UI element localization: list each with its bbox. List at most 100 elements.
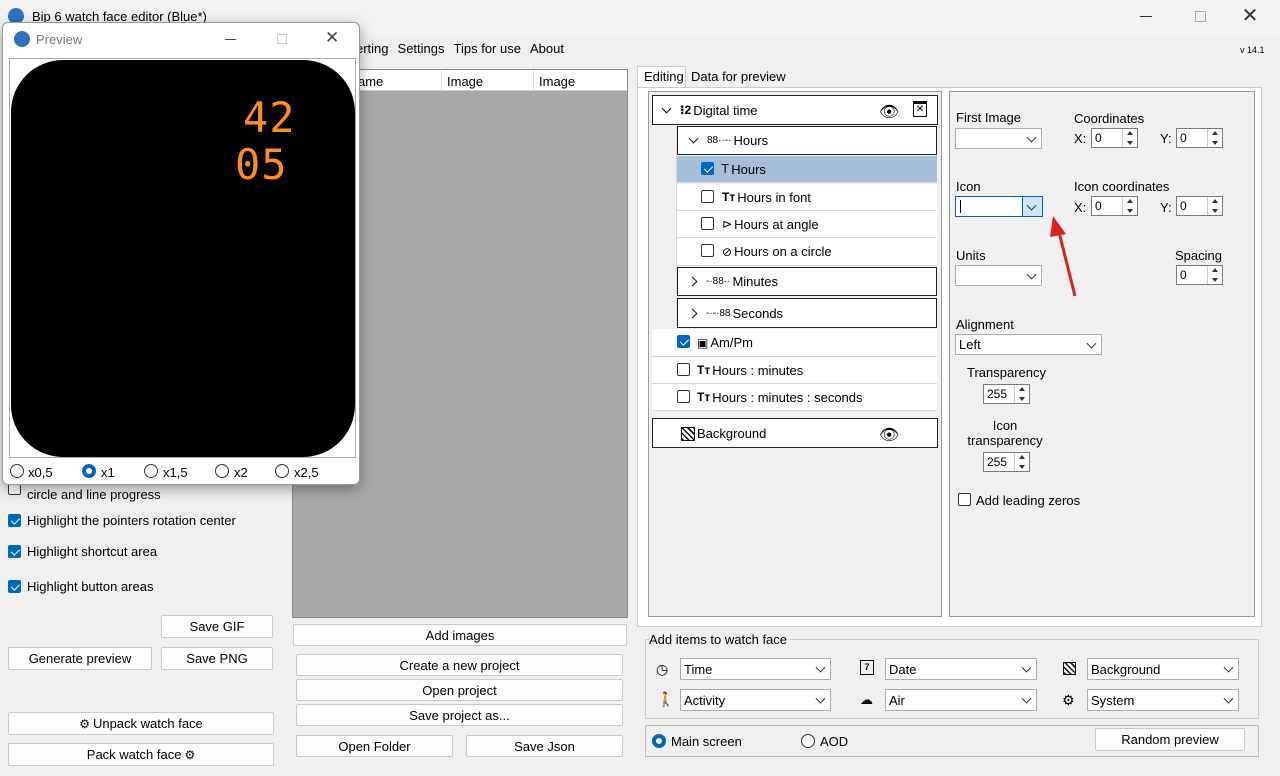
version-label: v 14.1: [1240, 45, 1265, 55]
tree-item-background[interactable]: Background 👁: [652, 418, 938, 448]
unpack-watch-face-button[interactable]: ⚙ Unpack watch face: [8, 712, 274, 735]
leading-zeros-checkbox[interactable]: [958, 493, 971, 506]
preview-maximize-button[interactable]: [277, 34, 287, 44]
tree-item-hours-at-angle[interactable]: ⊳ Hours at angle: [677, 211, 937, 238]
preview-close-button[interactable]: ✕: [325, 28, 339, 48]
tree-item-hours-minutes-seconds[interactable]: Tт Hours : minutes : seconds: [652, 384, 937, 411]
tree-item-hours-on-circle[interactable]: ⊘ Hours on a circle: [677, 238, 937, 266]
tree-item-minutes[interactable]: -·88·· Minutes: [677, 267, 937, 296]
column-header-name[interactable]: ame: [358, 74, 383, 89]
air-select[interactable]: Air: [885, 689, 1037, 711]
tree-item-seconds[interactable]: -·-·88 Seconds: [677, 298, 937, 328]
date-select[interactable]: Date: [885, 658, 1037, 680]
pack-watch-face-button[interactable]: Pack watch face ⚙: [8, 743, 274, 766]
hours-in-font-checkbox[interactable]: [701, 190, 714, 203]
scale-radio-x1-5[interactable]: [144, 464, 158, 478]
aod-radio[interactable]: [801, 734, 815, 748]
tab-data-for-preview[interactable]: Data for preview: [691, 69, 786, 84]
hours-at-angle-checkbox[interactable]: [701, 217, 714, 230]
column-header-image[interactable]: Image: [447, 74, 483, 89]
expand-minutes-icon[interactable]: [687, 276, 698, 287]
column-header-image-2[interactable]: Image: [539, 74, 575, 89]
background-eye-icon[interactable]: 👁: [879, 425, 899, 445]
hours-minutes-checkbox[interactable]: [677, 363, 690, 376]
transparency-spinner[interactable]: 255: [983, 384, 1030, 404]
save-png-button[interactable]: Save PNG: [161, 647, 273, 670]
alignment-select[interactable]: Left: [955, 334, 1102, 355]
clock-icon: ◷: [656, 661, 669, 677]
time-select[interactable]: Time: [680, 658, 831, 680]
first-image-select[interactable]: [955, 128, 1042, 149]
icon-x-spinner[interactable]: 0: [1091, 196, 1138, 216]
main-screen-radio[interactable]: [652, 734, 666, 748]
digital-time-label: Digital time: [693, 102, 758, 118]
menu-item-about[interactable]: About: [530, 41, 564, 61]
annotation-arrow: [1050, 216, 1077, 297]
save-json-button[interactable]: Save Json: [466, 735, 623, 757]
expand-seconds-icon[interactable]: [687, 308, 698, 318]
icon-transparency-spinner[interactable]: 255: [983, 452, 1030, 472]
spacing-spinner[interactable]: 0: [1176, 265, 1223, 285]
tree-item-hours[interactable]: Ꭲ Hours: [677, 156, 937, 183]
eye-icon[interactable]: 👁: [879, 102, 899, 122]
coord-y-value: 0: [1180, 131, 1187, 145]
scale-radio-x0-5[interactable]: [10, 464, 24, 478]
menu-item-converting[interactable]: erting: [356, 41, 389, 61]
open-folder-button[interactable]: Open Folder: [296, 735, 453, 757]
hours-checkbox[interactable]: [701, 162, 714, 175]
tree-item-hours-in-font[interactable]: Tт Hours in font: [677, 184, 937, 211]
create-project-button[interactable]: Create a new project: [296, 654, 623, 676]
unpack-label: Unpack watch face: [92, 716, 203, 731]
hours-group-icon: 88··-·: [707, 135, 732, 146]
minimize-button[interactable]: [1140, 16, 1152, 17]
tree-item-hours-minutes[interactable]: Tт Hours : minutes: [652, 357, 937, 384]
icon-select[interactable]: [955, 196, 1043, 217]
generate-preview-button[interactable]: Generate preview: [8, 647, 152, 670]
pack-icon: ⚙: [184, 747, 196, 762]
menu-item-tips[interactable]: Tips for use: [454, 41, 521, 61]
tab-editing[interactable]: Editing: [637, 66, 686, 88]
scale-radio-x1[interactable]: [82, 464, 96, 478]
scale-radio-x2[interactable]: [215, 464, 229, 478]
close-button[interactable]: ✕: [1240, 6, 1260, 26]
activity-select-value: Activity: [684, 692, 726, 708]
am-pm-checkbox[interactable]: [677, 335, 690, 348]
first-image-label: First Image: [956, 110, 1022, 125]
preview-minimize-button[interactable]: [225, 39, 236, 40]
calendar-icon: 7: [860, 660, 874, 675]
highlight-shortcut-area-checkbox[interactable]: [8, 545, 21, 558]
hours-minutes-seconds-checkbox[interactable]: [677, 390, 690, 403]
save-project-as-button[interactable]: Save project as...: [296, 704, 623, 726]
add-images-button[interactable]: Add images: [293, 624, 627, 646]
coord-x-spinner[interactable]: 0: [1091, 128, 1138, 148]
random-preview-button[interactable]: Random preview: [1095, 728, 1245, 751]
scale-radio-x2-5[interactable]: [275, 464, 289, 478]
preview-app-icon: [14, 31, 30, 47]
icon-y-value: 0: [1180, 199, 1187, 213]
system-select[interactable]: System: [1087, 689, 1239, 711]
system-select-value: System: [1091, 692, 1135, 708]
tree-item-hours-group[interactable]: 88··-· Hours: [677, 126, 937, 155]
icon-y-spinner[interactable]: 0: [1176, 196, 1223, 216]
alignment-value: Left: [959, 337, 981, 352]
menu-item-settings[interactable]: Settings: [398, 41, 445, 61]
icon-x-value: 0: [1095, 199, 1102, 213]
activity-select[interactable]: Activity: [680, 689, 831, 711]
activity-icon: 🚶: [657, 691, 675, 707]
maximize-button[interactable]: [1195, 11, 1206, 22]
save-gif-button[interactable]: Save GIF: [161, 615, 273, 638]
scale-label-x1-5: x1,5: [163, 465, 188, 480]
tree-indent-hours: [652, 125, 677, 298]
highlight-rotation-center-checkbox[interactable]: [8, 514, 21, 527]
collapse-hours-icon[interactable]: [688, 133, 699, 144]
highlight-button-areas-checkbox[interactable]: [8, 580, 21, 593]
hours-on-circle-checkbox[interactable]: [701, 244, 714, 257]
open-project-button[interactable]: Open project: [296, 679, 623, 701]
coord-y-spinner[interactable]: 0: [1176, 128, 1223, 148]
collapse-icon[interactable]: [661, 103, 672, 113]
units-select[interactable]: [955, 265, 1042, 286]
tree-item-digital-time[interactable]: ⁝2 Digital time 👁 ✕: [652, 95, 938, 125]
background-select[interactable]: Background: [1087, 658, 1239, 680]
delete-icon[interactable]: ✕: [913, 101, 927, 117]
tree-item-am-pm[interactable]: ▣ Am/Pm: [652, 329, 937, 357]
